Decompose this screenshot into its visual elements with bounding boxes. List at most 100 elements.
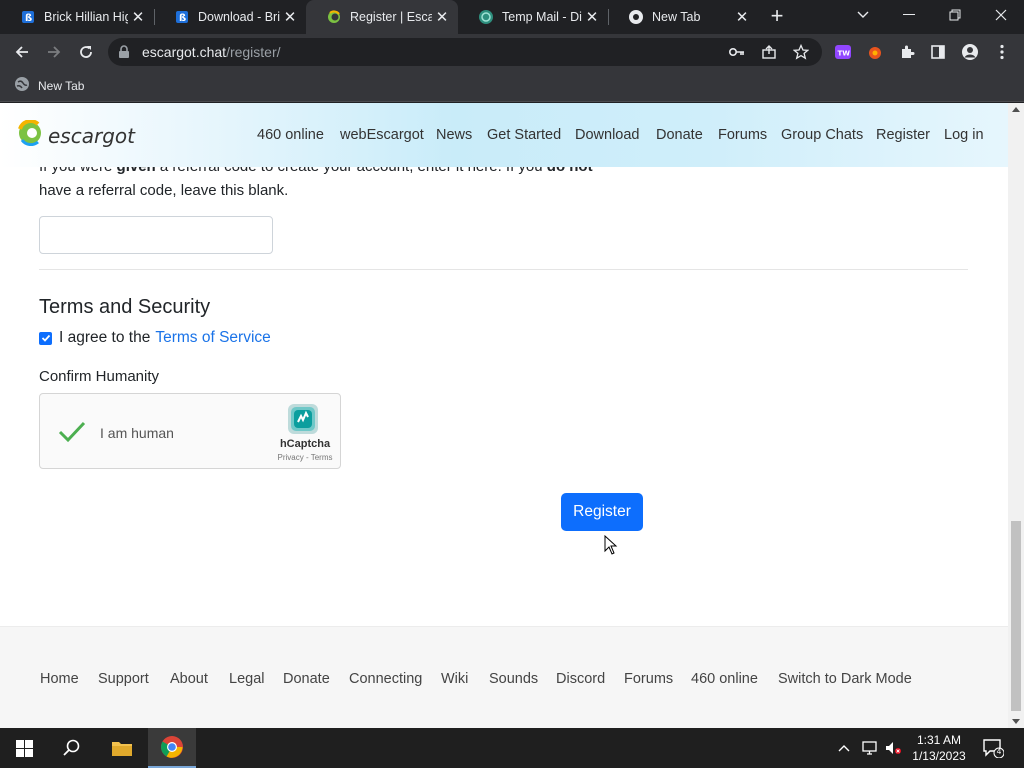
globe-icon bbox=[14, 76, 30, 95]
close-icon[interactable]: ✕ bbox=[582, 7, 602, 27]
nav-log-in[interactable]: Log in bbox=[944, 127, 984, 143]
footer-link-home[interactable]: Home bbox=[40, 671, 79, 687]
tab-title: Download - Brick bbox=[198, 10, 280, 24]
forward-icon[interactable] bbox=[40, 38, 68, 66]
lock-icon[interactable] bbox=[118, 45, 130, 64]
captcha-privacy-terms-links[interactable]: Privacy - Terms bbox=[272, 453, 338, 462]
tab-new-tab[interactable]: New Tab ✕ bbox=[608, 0, 758, 34]
footer-link-wiki[interactable]: Wiki bbox=[441, 671, 468, 687]
profile-icon[interactable] bbox=[956, 38, 984, 66]
url-host: escargot.chat bbox=[142, 44, 227, 60]
notification-count-badge: 4 bbox=[996, 747, 1002, 756]
hcaptcha-widget[interactable]: I am human hCaptcha Privacy - Terms bbox=[39, 393, 341, 469]
check-icon[interactable] bbox=[58, 420, 86, 449]
terms-of-service-link[interactable]: Terms of Service bbox=[155, 329, 270, 347]
nav-group-chats[interactable]: Group Chats bbox=[781, 127, 863, 143]
share-icon[interactable] bbox=[760, 43, 778, 61]
close-icon[interactable]: ✕ bbox=[732, 7, 752, 27]
windows-start-icon[interactable] bbox=[0, 728, 48, 768]
referral-code-input[interactable] bbox=[39, 216, 273, 254]
footer-link-forums[interactable]: Forums bbox=[624, 671, 673, 687]
footer-link-discord[interactable]: Discord bbox=[556, 671, 605, 687]
agree-row: I agree to the Terms of Service bbox=[39, 329, 271, 347]
agree-label: I agree to the bbox=[59, 329, 151, 346]
escargot-icon bbox=[326, 9, 342, 25]
tab-title: Brick Hillian High bbox=[44, 10, 128, 24]
nav-news[interactable]: News bbox=[436, 127, 472, 143]
star-icon[interactable] bbox=[792, 43, 810, 61]
scroll-up-arrow-icon[interactable] bbox=[1012, 107, 1020, 112]
search-icon[interactable] bbox=[48, 728, 96, 768]
footer-link-dark-mode[interactable]: Switch to Dark Mode bbox=[778, 671, 912, 687]
close-icon[interactable]: ✕ bbox=[128, 7, 148, 27]
side-panel-icon[interactable] bbox=[924, 38, 952, 66]
scrollbar-thumb[interactable] bbox=[1011, 521, 1021, 711]
nav-get-started[interactable]: Get Started bbox=[487, 127, 561, 143]
notification-center-icon[interactable]: 4 bbox=[982, 728, 1004, 768]
footer-link-about[interactable]: About bbox=[170, 671, 208, 687]
system-clock[interactable]: 1:31 AM 1/13/2023 bbox=[906, 732, 972, 764]
footer-link-support[interactable]: Support bbox=[98, 671, 149, 687]
restore-button[interactable] bbox=[932, 0, 978, 30]
nav-webescargot[interactable]: webEscargot bbox=[340, 127, 424, 143]
window-close-button[interactable] bbox=[978, 0, 1024, 30]
twitch-extension-icon[interactable]: TW bbox=[829, 38, 857, 66]
back-icon[interactable] bbox=[8, 38, 36, 66]
tab-temp-mail[interactable]: Temp Mail - Disp ✕ bbox=[458, 0, 608, 34]
svg-text:ß: ß bbox=[179, 13, 186, 24]
scroll-down-arrow-icon[interactable] bbox=[1012, 719, 1020, 724]
file-explorer-icon[interactable] bbox=[98, 728, 146, 768]
nav-download[interactable]: Download bbox=[575, 127, 640, 143]
tab-register-escargot[interactable]: Register | Escargot ✕ bbox=[306, 0, 458, 34]
minimize-button[interactable] bbox=[886, 0, 932, 30]
brickhill-icon: ß bbox=[20, 9, 36, 25]
footer-link-online-count[interactable]: 460 online bbox=[691, 671, 758, 687]
register-button[interactable]: Register bbox=[561, 493, 643, 531]
divider bbox=[39, 269, 968, 270]
hcaptcha-logo-icon bbox=[286, 402, 320, 441]
tab-download-brick[interactable]: ß Download - Brick ✕ bbox=[154, 0, 306, 34]
menu-kebab-icon[interactable] bbox=[988, 38, 1016, 66]
close-icon[interactable]: ✕ bbox=[280, 7, 300, 27]
fox-extension-icon[interactable] bbox=[861, 38, 889, 66]
tab-search-icon[interactable] bbox=[840, 0, 886, 30]
tempmail-icon bbox=[478, 9, 494, 25]
nav-online-count[interactable]: 460 online bbox=[257, 127, 324, 143]
nav-donate[interactable]: Donate bbox=[656, 127, 703, 143]
close-icon[interactable]: ✕ bbox=[432, 7, 452, 27]
browser-toolbar: escargot.chat/register/ TW bbox=[0, 34, 1024, 70]
svg-text:ß: ß bbox=[25, 13, 32, 24]
agree-checkbox[interactable] bbox=[39, 331, 52, 345]
tab-brick-hillian[interactable]: ß Brick Hillian High ✕ bbox=[0, 0, 154, 34]
nav-register[interactable]: Register bbox=[876, 127, 930, 143]
mouse-cursor-icon bbox=[604, 534, 618, 560]
key-icon[interactable] bbox=[728, 43, 746, 61]
url-path: /register/ bbox=[226, 44, 281, 60]
site-logo[interactable]: escargot bbox=[18, 119, 135, 151]
address-bar[interactable]: escargot.chat/register/ bbox=[108, 38, 822, 66]
logo-text: escargot bbox=[48, 123, 135, 148]
captcha-label: I am human bbox=[100, 425, 174, 441]
tab-title: New Tab bbox=[652, 10, 701, 24]
chrome-taskbar-icon[interactable] bbox=[148, 728, 196, 768]
chrome-icon bbox=[628, 9, 644, 25]
referral-text-part: have a referral code, leave this blank. bbox=[39, 182, 289, 199]
extensions-icon[interactable] bbox=[893, 38, 921, 66]
nav-forums[interactable]: Forums bbox=[718, 127, 767, 143]
footer-link-donate[interactable]: Donate bbox=[283, 671, 330, 687]
page-scrollbar[interactable] bbox=[1008, 103, 1024, 728]
tab-title: Register | Escargot bbox=[350, 10, 432, 24]
brickhill-icon: ß bbox=[174, 9, 190, 25]
footer-link-sounds[interactable]: Sounds bbox=[489, 671, 538, 687]
new-tab-button[interactable]: + bbox=[764, 5, 790, 29]
volume-muted-icon[interactable] bbox=[884, 728, 902, 768]
footer-link-connecting[interactable]: Connecting bbox=[349, 671, 422, 687]
site-header: escargot 460 online webEscargot News Get… bbox=[0, 103, 1008, 167]
show-hidden-icons-icon[interactable] bbox=[838, 728, 850, 768]
bookmark-new-tab[interactable]: New Tab bbox=[14, 76, 84, 95]
network-icon[interactable] bbox=[862, 728, 880, 768]
footer-link-legal[interactable]: Legal bbox=[229, 671, 264, 687]
reload-icon[interactable] bbox=[72, 38, 100, 66]
bookmarks-bar: New Tab bbox=[0, 70, 1024, 102]
terms-heading: Terms and Security bbox=[39, 296, 211, 318]
